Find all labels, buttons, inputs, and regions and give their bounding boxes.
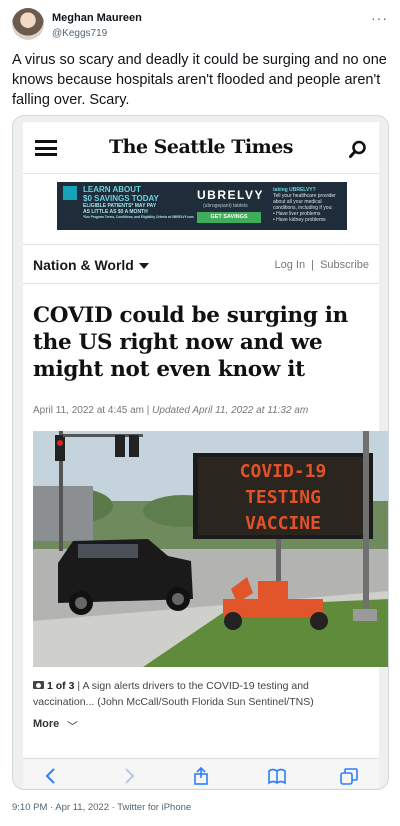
dateline-separator: | bbox=[146, 405, 150, 416]
chevron-down-icon[interactable] bbox=[139, 263, 149, 269]
display-name[interactable]: Meghan Maureen bbox=[52, 12, 142, 24]
photo-caption: 1 of 3 | A sign alerts drivers to the CO… bbox=[33, 678, 373, 710]
sign-text-line1: COVID-19 bbox=[240, 461, 327, 482]
camera-icon bbox=[33, 681, 44, 689]
sign-text-line3: VACCINE bbox=[245, 513, 321, 534]
caption-more-link[interactable]: More bbox=[33, 718, 59, 730]
ad-logo-icon bbox=[63, 186, 77, 200]
browser-toolbar bbox=[23, 758, 379, 788]
article-screenshot: The Seattle Times LEARN ABOUT $0 SAVINGS… bbox=[23, 122, 388, 788]
search-icon[interactable] bbox=[349, 140, 367, 158]
ad-right-text: Tell your healthcare provider about all … bbox=[273, 193, 336, 211]
account-links: Log In | Subscribe bbox=[275, 259, 370, 271]
forward-icon[interactable] bbox=[119, 767, 139, 785]
more-options-icon[interactable]: ··· bbox=[371, 10, 388, 26]
subscribe-link[interactable]: Subscribe bbox=[320, 259, 369, 271]
publish-date: April 11, 2022 at 4:45 am bbox=[33, 405, 144, 416]
ad-left-copy: LEARN ABOUT $0 SAVINGS TODAY ELIGIBLE PA… bbox=[83, 185, 194, 219]
ad-right-copy: taking UBRELVY? Tell your healthcare pro… bbox=[273, 187, 345, 223]
chevron-down-icon[interactable]: ﹀ bbox=[67, 718, 78, 734]
caption-text: A sign alerts drivers to the COVID-19 te… bbox=[33, 680, 314, 708]
article-headline: COVID could be surging in the US right n… bbox=[33, 303, 348, 382]
site-header: The Seattle Times bbox=[23, 122, 379, 174]
ad-left-title2: $0 SAVINGS TODAY bbox=[83, 194, 159, 203]
back-icon[interactable] bbox=[41, 767, 61, 785]
section-bar: Nation & World Log In | Subscribe bbox=[23, 244, 379, 284]
tabs-icon[interactable] bbox=[339, 767, 359, 785]
ad-brand: UBRELVY bbox=[197, 188, 264, 202]
ad-left-fine: *See Program Terms, Conditions, and Elig… bbox=[83, 215, 194, 219]
article-photo[interactable]: COVID-19 TESTING VACCINE bbox=[33, 431, 388, 667]
bookmarks-icon[interactable] bbox=[267, 767, 287, 785]
photo-illustration: COVID-19 TESTING VACCINE bbox=[33, 431, 388, 667]
user-handle[interactable]: @Keggs719 bbox=[52, 28, 107, 39]
article-dateline: April 11, 2022 at 4:45 am | Updated Apri… bbox=[33, 405, 308, 416]
tweet-text: A virus so scary and deadly it could be … bbox=[12, 52, 387, 108]
ad-left-title1: LEARN ABOUT bbox=[83, 185, 141, 194]
caption-separator: | bbox=[77, 680, 81, 692]
avatar[interactable] bbox=[12, 8, 44, 40]
caption-count[interactable]: 1 of 3 bbox=[47, 680, 74, 692]
masthead-logo[interactable]: The Seattle Times bbox=[23, 136, 379, 158]
ad-get-savings-button[interactable]: GET SAVINGS bbox=[197, 212, 261, 223]
tweet-timestamp[interactable]: 9:10 PM · Apr 11, 2022 · Twitter for iPh… bbox=[12, 802, 191, 813]
updated-date: Updated April 11, 2022 at 11:32 am bbox=[152, 405, 309, 416]
tweet-media-card[interactable]: The Seattle Times LEARN ABOUT $0 SAVINGS… bbox=[12, 115, 389, 790]
ad-banner[interactable]: LEARN ABOUT $0 SAVINGS TODAY ELIGIBLE PA… bbox=[57, 182, 347, 230]
ad-right-bullet: • Have kidney problems bbox=[273, 217, 326, 223]
share-icon[interactable] bbox=[191, 767, 211, 785]
section-title[interactable]: Nation & World bbox=[33, 257, 134, 273]
login-link[interactable]: Log In bbox=[275, 259, 306, 271]
sign-text-line2: TESTING bbox=[245, 487, 321, 508]
ad-brand-sub: (ubrogepant) tablets bbox=[203, 203, 248, 209]
tweet-header: Meghan Maureen @Keggs719 ··· bbox=[12, 8, 388, 44]
link-separator: | bbox=[311, 259, 315, 271]
